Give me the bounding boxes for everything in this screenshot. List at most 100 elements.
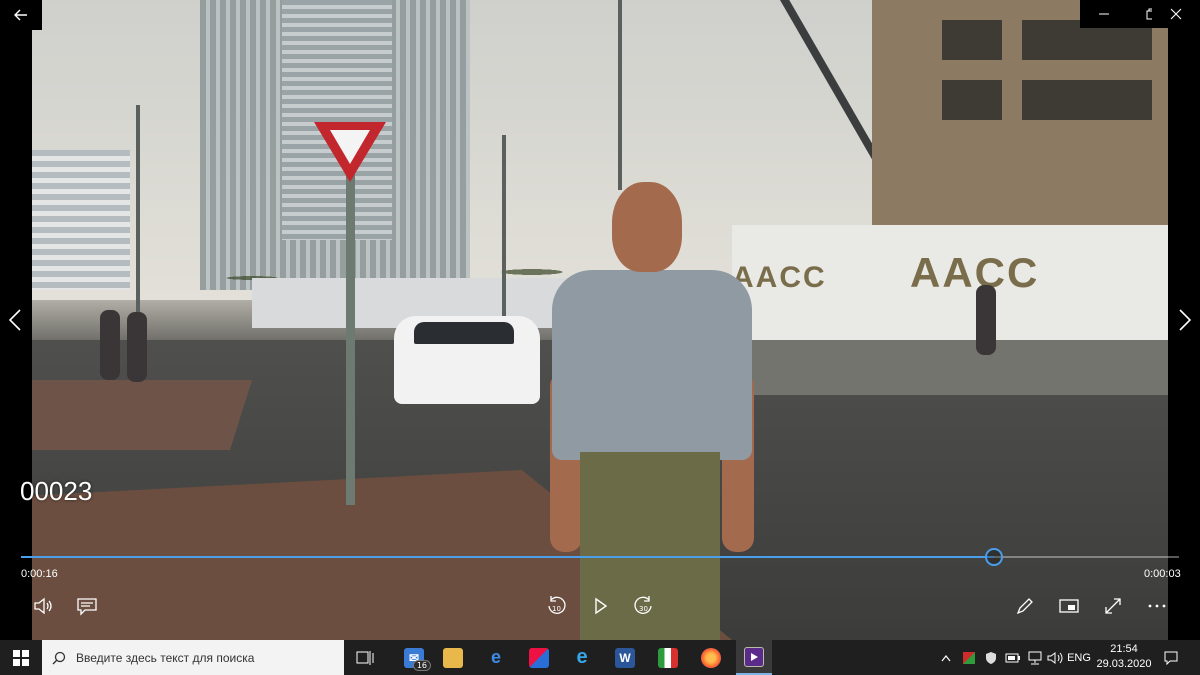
sidewalk-right bbox=[742, 340, 1168, 395]
fullscreen-button[interactable] bbox=[1099, 592, 1127, 620]
ccleaner-icon bbox=[529, 647, 549, 668]
clock-date: 29.03.2020 bbox=[1096, 658, 1152, 670]
action-center-button[interactable] bbox=[1160, 640, 1182, 675]
taskbar-app-firefox[interactable] bbox=[693, 640, 729, 675]
taskbar-app-photos[interactable] bbox=[650, 640, 686, 675]
network-icon bbox=[1028, 651, 1042, 664]
video-frame[interactable]: AACC AACC bbox=[32, 0, 1168, 640]
taskbar-app-movies-tv[interactable] bbox=[736, 640, 772, 675]
network-button[interactable] bbox=[1024, 640, 1046, 675]
taskbar: Введите здесь текст для поиска ✉ 16 e e … bbox=[0, 640, 1200, 675]
time-elapsed: 0:00:16 bbox=[21, 568, 58, 580]
back-button[interactable] bbox=[0, 0, 42, 30]
taskbar-app-mail[interactable]: ✉ 16 bbox=[396, 640, 432, 675]
minimize-button[interactable] bbox=[1080, 0, 1128, 28]
speaker-button[interactable] bbox=[1044, 640, 1066, 675]
subtitles-icon bbox=[77, 598, 97, 616]
expand-icon bbox=[1105, 598, 1121, 614]
skyscraper-core bbox=[282, 0, 392, 240]
man-head bbox=[612, 182, 682, 272]
yield-sign-inner bbox=[330, 130, 370, 164]
battery-icon bbox=[1005, 653, 1020, 662]
volume-button[interactable] bbox=[29, 592, 57, 620]
taskbar-search[interactable]: Введите здесь текст для поиска bbox=[42, 640, 344, 675]
clock-time: 21:54 bbox=[1110, 643, 1138, 655]
movies-tv-icon bbox=[744, 646, 764, 667]
task-view-icon bbox=[356, 650, 374, 665]
pedestrian bbox=[100, 310, 120, 380]
street-lamp bbox=[136, 105, 140, 335]
language-indicator[interactable]: ENG bbox=[1066, 640, 1092, 675]
taskbar-app-edge[interactable]: e bbox=[478, 640, 514, 675]
chevron-left-icon bbox=[8, 309, 21, 331]
back-arrow-icon bbox=[14, 9, 27, 21]
sign-pole bbox=[346, 170, 355, 505]
tray-shield-button[interactable] bbox=[980, 640, 1002, 675]
close-icon bbox=[1170, 8, 1182, 20]
seek-bar[interactable] bbox=[21, 548, 1179, 566]
play-icon bbox=[751, 652, 758, 661]
chevron-right-icon bbox=[1179, 309, 1192, 331]
more-options-button[interactable] bbox=[1143, 592, 1171, 620]
windows-logo-icon bbox=[13, 649, 29, 666]
tray-app-icon[interactable] bbox=[958, 640, 980, 675]
subtitles-button[interactable] bbox=[73, 592, 101, 620]
svg-text:30: 30 bbox=[639, 605, 648, 613]
show-hidden-icons-button[interactable] bbox=[936, 640, 956, 675]
minimize-icon bbox=[1099, 13, 1109, 15]
firefox-icon bbox=[701, 647, 721, 668]
street-lamp bbox=[502, 135, 506, 325]
notification-icon bbox=[1164, 651, 1178, 665]
close-button[interactable] bbox=[1152, 0, 1200, 28]
man-shirt bbox=[552, 270, 752, 460]
skip-back-button[interactable]: 10 bbox=[542, 592, 570, 620]
white-car bbox=[394, 316, 540, 404]
photos-icon bbox=[658, 647, 678, 668]
search-icon bbox=[52, 651, 66, 664]
sidewalk-left bbox=[32, 380, 252, 450]
edit-button[interactable] bbox=[1011, 592, 1039, 620]
forward-30-icon: 30 bbox=[634, 596, 652, 614]
speaker-icon bbox=[1047, 651, 1063, 664]
start-button[interactable] bbox=[0, 640, 42, 675]
building-window bbox=[1022, 80, 1152, 120]
time-remaining: 0:00:03 bbox=[1144, 568, 1181, 580]
skip-forward-button[interactable]: 30 bbox=[630, 592, 658, 620]
pedestrian bbox=[127, 312, 147, 382]
search-placeholder: Введите здесь текст для поиска bbox=[76, 650, 255, 665]
mini-view-button[interactable] bbox=[1055, 592, 1083, 620]
pedestrian bbox=[976, 285, 996, 355]
building-right bbox=[872, 0, 1168, 240]
taskbar-app-file-explorer[interactable] bbox=[435, 640, 471, 675]
shield-icon bbox=[986, 652, 996, 664]
play-button[interactable] bbox=[586, 592, 614, 620]
building-window bbox=[942, 20, 1002, 60]
seek-bar-fill bbox=[21, 556, 994, 558]
mini-view-icon bbox=[1059, 599, 1079, 613]
building-window bbox=[942, 80, 1002, 120]
svg-text:10: 10 bbox=[552, 605, 561, 613]
street-lamp bbox=[618, 0, 622, 190]
man-standing bbox=[550, 182, 754, 640]
video-title: 00023 bbox=[20, 476, 93, 506]
tray-app-logo-icon bbox=[963, 651, 975, 664]
taskbar-app-word[interactable]: W bbox=[607, 640, 643, 675]
mail-badge: 16 bbox=[412, 660, 431, 671]
wall-logo: AACC bbox=[910, 249, 1040, 296]
more-dots-icon bbox=[1148, 604, 1166, 608]
battery-button[interactable] bbox=[1002, 640, 1024, 675]
taskbar-app-ccleaner[interactable] bbox=[521, 640, 557, 675]
next-button[interactable] bbox=[1170, 300, 1200, 340]
internet-explorer-icon: e bbox=[576, 646, 588, 668]
play-icon bbox=[595, 597, 608, 615]
taskbar-app-internet-explorer[interactable]: e bbox=[564, 640, 600, 675]
taskbar-clock[interactable]: 21:54 29.03.2020 bbox=[1094, 642, 1154, 672]
car-window bbox=[414, 322, 514, 344]
folder-icon bbox=[443, 647, 463, 668]
task-view-button[interactable] bbox=[347, 640, 383, 675]
previous-button[interactable] bbox=[0, 300, 30, 340]
volume-icon bbox=[34, 597, 52, 615]
seek-bar-thumb[interactable] bbox=[984, 548, 1003, 566]
rewind-10-icon: 10 bbox=[548, 596, 566, 614]
chevron-up-icon bbox=[941, 654, 951, 661]
